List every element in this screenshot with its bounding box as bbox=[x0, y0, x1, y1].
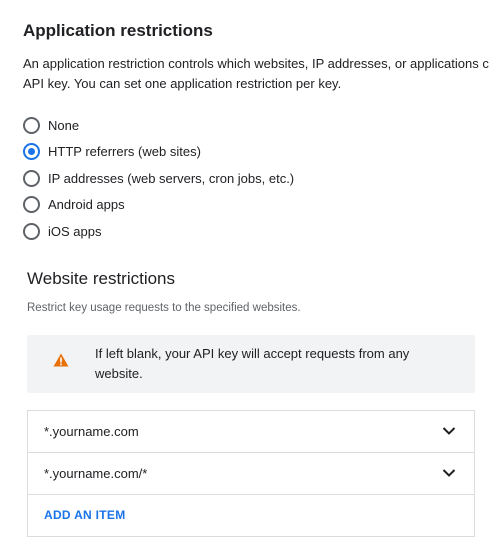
radio-label: None bbox=[48, 117, 80, 133]
referrer-value: *.yourname.com/* bbox=[44, 466, 148, 481]
website-referrer-list: *.yourname.com *.yourname.com/* ADD AN I… bbox=[27, 410, 475, 537]
radio-button[interactable] bbox=[23, 169, 40, 187]
radio-option-ip-addresses[interactable]: IP addresses (web servers, cron jobs, et… bbox=[23, 165, 294, 192]
radio-button[interactable] bbox=[23, 116, 40, 134]
chevron-down-icon[interactable] bbox=[442, 424, 456, 438]
referrer-value: *.yourname.com bbox=[44, 424, 139, 439]
website-restrictions-description: Restrict key usage requests to the speci… bbox=[27, 302, 301, 314]
referrer-item[interactable]: *.yourname.com/* bbox=[28, 453, 474, 495]
website-restrictions-title: Website restrictions bbox=[27, 269, 176, 288]
radio-button[interactable] bbox=[23, 222, 40, 240]
radio-label: HTTP referrers (web sites) bbox=[48, 144, 201, 160]
add-item-row: ADD AN ITEM bbox=[28, 495, 474, 536]
description-line-1: An application restriction controls whic… bbox=[23, 56, 489, 71]
referrer-item[interactable]: *.yourname.com bbox=[28, 411, 474, 453]
radio-option-android-apps[interactable]: Android apps bbox=[23, 192, 294, 219]
blank-warning-banner: If left blank, your API key will accept … bbox=[27, 335, 475, 393]
radio-label: iOS apps bbox=[48, 223, 102, 239]
radio-label: Android apps bbox=[48, 197, 125, 213]
radio-option-ios-apps[interactable]: iOS apps bbox=[23, 218, 294, 245]
application-restriction-radio-group: None HTTP referrers (web sites) IP addre… bbox=[23, 112, 294, 245]
warning-triangle-icon bbox=[53, 353, 69, 367]
add-item-button[interactable]: ADD AN ITEM bbox=[44, 508, 126, 522]
radio-button-selected[interactable] bbox=[23, 143, 40, 161]
radio-option-none[interactable]: None bbox=[23, 112, 294, 139]
radio-option-http-referrers[interactable]: HTTP referrers (web sites) bbox=[23, 139, 294, 166]
warning-text: If left blank, your API key will accept … bbox=[95, 346, 410, 381]
radio-button[interactable] bbox=[23, 196, 40, 214]
chevron-down-icon[interactable] bbox=[442, 466, 456, 480]
application-restrictions-description: An application restriction controls whic… bbox=[23, 54, 500, 94]
description-line-2: API key. You can set one application res… bbox=[23, 76, 342, 91]
application-restrictions-title: Application restrictions bbox=[23, 21, 213, 40]
radio-label: IP addresses (web servers, cron jobs, et… bbox=[48, 170, 295, 186]
